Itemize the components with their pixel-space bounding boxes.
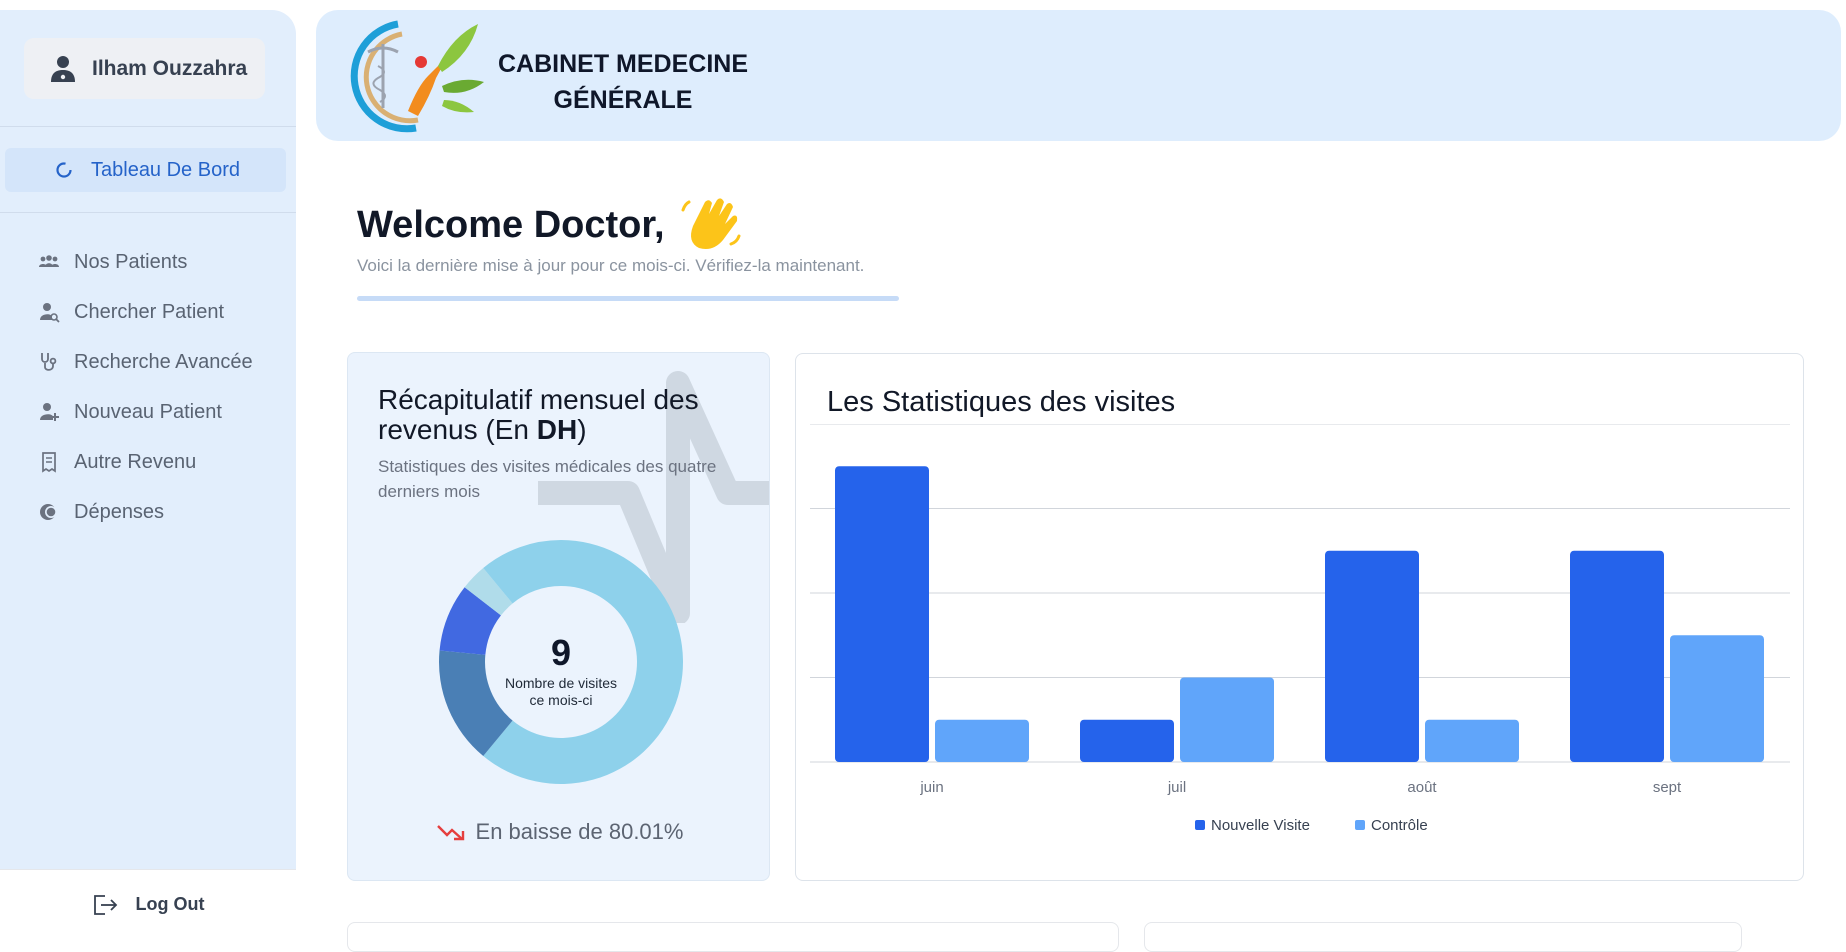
divider [0,126,296,127]
divider [0,212,296,213]
bar-août-1[interactable] [1425,719,1519,762]
user-profile-card[interactable]: Ilham Ouzzahra [24,38,265,99]
legend-label[interactable]: Contrôle [1371,817,1428,834]
waving-hand-icon [681,198,741,249]
bar-juil-0[interactable] [1080,719,1174,762]
visits-count: 9 [550,632,572,673]
clinic-name-line1: CABINET MEDECINE [497,50,748,78]
bar-août-0[interactable] [1325,550,1419,762]
sidebar-item-advanced-search[interactable]: Recherche Avancée [38,337,253,387]
x-tick-label: sept [1653,779,1682,796]
sidebar-item-label: Dépenses [74,500,165,523]
x-tick-label: juin [919,779,943,796]
revenue-title-currency: DH [536,414,578,445]
bar-juil-1[interactable] [1180,677,1274,763]
visits-bar-chart: juin juil août sept Nouvelle Visite Contrôle [810,424,1790,834]
x-tick-label: août [1407,779,1437,796]
sidebar-item-new-patient[interactable]: Nouveau Patient [38,387,253,437]
revenue-card-subtitle: Statistiques des visites médicales des q… [378,457,717,501]
clinic-logo [350,20,484,133]
user-plus-icon [40,403,59,421]
sidebar-item-label: Nouveau Patient [74,400,222,423]
sidebar-item-label: Nos Patients [74,250,188,273]
sidebar-item-patients[interactable]: Nos Patients [38,237,253,287]
user-name: Ilham Ouzzahra [92,56,248,80]
stats-card-title: Les Statistiques des visites [827,386,1176,418]
sidebar-nav: Nos Patients Chercher Patient Recherche … [38,237,253,537]
trend-down-icon [436,825,464,841]
loader-icon [56,162,72,178]
x-tick-label: juil [1167,779,1186,796]
logout-icon [93,894,117,915]
bottom-card-right [1144,922,1742,952]
title-underline [357,296,899,301]
header-banner: CABINET MEDECINE GÉNÉRALE [316,10,1841,141]
sidebar-item-label: Autre Revenu [74,450,197,473]
users-icon [39,255,59,267]
trend-indicator: En baisse de 80.01% [348,819,769,845]
user-search-icon [40,303,60,323]
bar-sept-1[interactable] [1670,635,1764,762]
sidebar-item-other-revenue[interactable]: Autre Revenu [38,437,253,487]
coins-icon [40,504,57,520]
trend-text: En baisse de 80.01% [475,819,684,844]
welcome-heading: Welcome Doctor, [357,196,743,254]
clinic-name: CABINET MEDECINE GÉNÉRALE [488,46,758,118]
legend-label[interactable]: Nouvelle Visite [1211,817,1310,834]
sidebar: Ilham Ouzzahra Tableau De Bord Nos Patie… [0,10,296,939]
logout-button[interactable]: Log Out [0,869,296,939]
visits-stats-card: Les Statistiques des visites juin juil aoû… [795,353,1804,881]
legend-swatch [1195,820,1205,830]
revenue-title-close: ) [577,414,587,445]
revenue-card-title: Récapitulatif mensuel des revenus (En DH… [378,385,738,445]
donut-center: 9 Nombre de visites ce mois-ci [436,633,686,709]
bottom-card-left [347,922,1119,952]
receipt-icon [42,452,56,473]
stethoscope-icon [41,353,57,371]
sidebar-item-label: Tableau De Bord [91,158,240,181]
bar-sept-0[interactable] [1570,550,1664,762]
welcome-subtitle: Voici la dernière mise à jour pour ce mo… [357,256,865,275]
welcome-title: Welcome Doctor, [357,203,665,246]
bar-juin-1[interactable] [935,719,1029,762]
sidebar-item-dashboard[interactable]: Tableau De Bord [5,148,286,192]
logout-label: Log Out [135,894,205,914]
doctor-avatar-icon [51,55,75,82]
sidebar-item-label: Recherche Avancée [74,350,253,373]
sidebar-item-label: Chercher Patient [74,300,225,323]
revenue-summary-card: Récapitulatif mensuel des revenus (En DH… [347,352,770,881]
sidebar-item-expenses[interactable]: Dépenses [38,487,253,537]
visits-count-label: Nombre de visites ce mois-ci [504,675,618,708]
bar-juin-0[interactable] [835,466,929,762]
clinic-name-line2: GÉNÉRALE [553,86,693,114]
sidebar-item-search-patient[interactable]: Chercher Patient [38,287,253,337]
legend-swatch [1355,820,1365,830]
